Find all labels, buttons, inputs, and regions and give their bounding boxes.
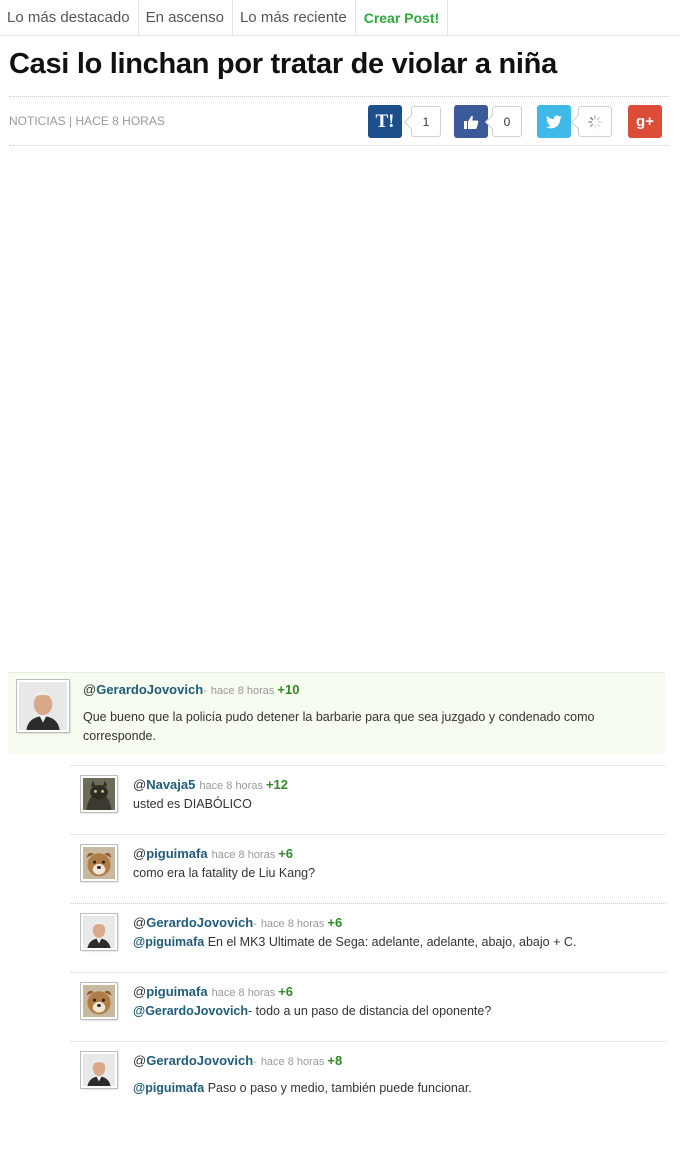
comment-reply: @piguimafa hace 8 horas +6 @GerardoJovovich…	[71, 972, 666, 1041]
avatar[interactable]	[17, 680, 69, 732]
comment-author-link[interactable]: Navaja5	[146, 777, 195, 792]
top-nav-tabs: Lo más destacado En ascenso Lo más recie…	[0, 0, 680, 36]
avatar[interactable]	[81, 983, 117, 1019]
comment-text: todo a un paso de distancia del oponente…	[252, 1004, 492, 1018]
comment-body: Que bueno que la policía pudo detener la…	[83, 710, 595, 743]
comment-body: como era la fatality de Liu Kang?	[133, 864, 315, 883]
comment-text: Paso o paso y medio, también puede funci…	[204, 1081, 472, 1095]
comment-header: @piguimafa hace 8 horas +6	[133, 984, 294, 999]
comment-reply: @Navaja5 hace 8 horas +12 usted es DIABÓLIC…	[71, 765, 666, 834]
meta-separator: |	[69, 114, 73, 128]
googleplus-label: g+	[636, 113, 654, 130]
comment-time: hace 8 horas	[260, 918, 325, 930]
comment-score: +6	[278, 984, 294, 999]
comment-header: @piguimafa hace 8 horas +6	[133, 846, 294, 861]
twitter-share-button[interactable]	[537, 105, 571, 138]
comment-mention-link[interactable]: @piguimafa	[133, 1081, 204, 1095]
comment-body: usted es DIABÓLICO	[133, 795, 252, 814]
post-category-link[interactable]: NOTICIAS	[9, 114, 66, 128]
create-post-button[interactable]: Crear Post!	[356, 0, 449, 36]
comment-mention-link[interactable]: @piguimafa	[133, 935, 204, 949]
comment-time: hace 8 horas	[210, 685, 275, 697]
comment-score: +8	[327, 1053, 343, 1068]
comment-header: @Navaja5 hace 8 horas +12	[133, 777, 289, 792]
comment-score: +12	[265, 777, 289, 792]
avatar[interactable]	[81, 776, 117, 812]
post-title: Casi lo linchan por tratar de violar a n…	[9, 48, 557, 80]
facebook-like-count: 0	[492, 106, 522, 137]
tab-most-featured[interactable]: Lo más destacado	[0, 0, 139, 36]
comment-time: hace 8 horas	[211, 849, 276, 861]
comment-text: En el MK3 Ultimate de Sega: adelante, ad…	[204, 935, 577, 949]
post-meta: NOTICIAS | HACE 8 HORAS	[9, 114, 165, 128]
comment-main: @GerardoJovovich-hace 8 horas +10 Que bue…	[8, 672, 665, 754]
taringa-label: T!	[375, 110, 395, 132]
avatar-image	[19, 682, 67, 730]
comment-mention-link[interactable]: @GerardoJovovich	[133, 1004, 248, 1018]
comment-header: @GerardoJovovich-hace 8 horas +8	[133, 1053, 343, 1068]
comment-text: como era la fatality de Liu Kang?	[133, 866, 316, 880]
comment-body: @piguimafa En el MK3 Ultimate de Sega: a…	[133, 933, 576, 952]
comment-author-link[interactable]: GerardoJovovich	[96, 682, 203, 697]
taringa-share-button[interactable]: T!	[368, 105, 402, 138]
comment-author-link[interactable]: GerardoJovovich	[146, 915, 253, 930]
comment-body: @piguimafa Paso o paso y medio, también …	[133, 1079, 472, 1098]
avatar[interactable]	[81, 1052, 117, 1088]
comment-reply: @GerardoJovovich-hace 8 horas +6 @piguimaf…	[71, 903, 666, 972]
twitter-share-count	[578, 106, 612, 137]
post-time: HACE 8 HORAS	[75, 114, 165, 128]
comment-author-link[interactable]: GerardoJovovich	[146, 1053, 253, 1068]
twitter-bird-icon	[546, 114, 562, 128]
googleplus-share-button[interactable]: g+	[628, 105, 662, 138]
comment-time: hace 8 horas	[211, 987, 276, 999]
comment-time: hace 8 horas	[260, 1056, 325, 1068]
avatar[interactable]	[81, 845, 117, 881]
comment-time: hace 8 horas	[199, 780, 263, 792]
comment-score: +10	[277, 682, 300, 697]
comment-header: @GerardoJovovich-hace 8 horas +10	[83, 682, 300, 697]
avatar[interactable]	[81, 914, 117, 950]
comment-author-link[interactable]: piguimafa	[146, 984, 207, 999]
comment-author-link[interactable]: piguimafa	[146, 846, 207, 861]
tab-rising[interactable]: En ascenso	[139, 0, 233, 36]
comment-body: @GerardoJovovich- todo a un paso de dist…	[133, 1004, 492, 1018]
comment-reply: @GerardoJovovich-hace 8 horas +8 @piguimaf…	[71, 1041, 666, 1110]
facebook-like-button[interactable]	[454, 105, 488, 138]
post-meta-bar: NOTICIAS | HACE 8 HORAS T! 1 0 g+	[9, 96, 669, 146]
comment-score: +6	[278, 846, 294, 861]
tab-most-recent[interactable]: Lo más reciente	[233, 0, 356, 36]
comment-reply: @piguimafa hace 8 horas +6 como era la fata…	[71, 834, 666, 903]
comment-text: usted es DIABÓLICO	[133, 797, 252, 811]
comment-header: @GerardoJovovich-hace 8 horas +6	[133, 915, 343, 930]
thumbs-up-icon	[464, 115, 479, 129]
taringa-share-count: 1	[411, 106, 441, 137]
comment-score: +6	[327, 915, 343, 930]
spinner-icon	[588, 114, 602, 129]
